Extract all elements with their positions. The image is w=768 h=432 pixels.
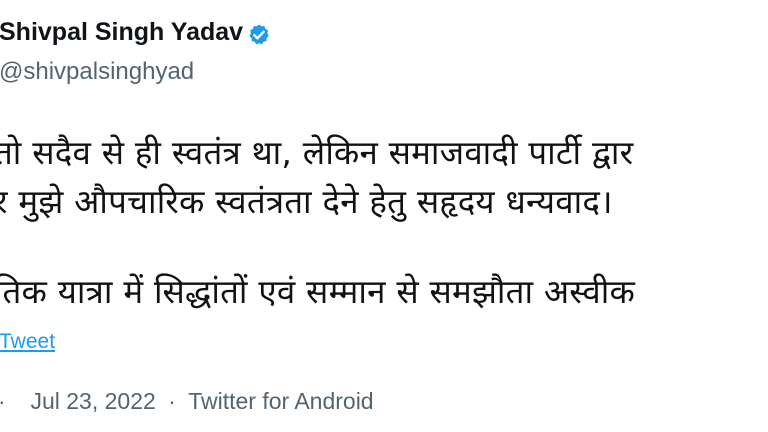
tweet-meta: · Jul 23, 2022 · Twitter for Android bbox=[0, 388, 374, 415]
author-name[interactable]: Shivpal Singh Yadav bbox=[0, 18, 243, 47]
tweet-date[interactable]: Jul 23, 2022 bbox=[30, 388, 155, 415]
translate-tweet-link[interactable]: Tweet bbox=[0, 330, 55, 354]
author-handle[interactable]: @shivpalsinghyad bbox=[0, 58, 194, 86]
verified-badge-icon bbox=[249, 24, 269, 45]
tweet-text-line: तिक यात्रा में सिद्धांतों एवं सम्मान से … bbox=[0, 272, 635, 311]
time-fragment[interactable]: · bbox=[0, 388, 6, 415]
tweet-text-line: र मुझे औपचारिक स्वतंत्रता देने हेतु सहृद… bbox=[0, 182, 613, 221]
tweet-card: Shivpal Singh Yadav @shivpalsinghyad तो … bbox=[0, 0, 768, 432]
tweet-text-line: तो सदैव से ही स्वतंत्र था, लेकिन समाजवाद… bbox=[0, 133, 634, 172]
meta-separator: · bbox=[168, 388, 176, 414]
tweet-source[interactable]: Twitter for Android bbox=[188, 388, 373, 415]
